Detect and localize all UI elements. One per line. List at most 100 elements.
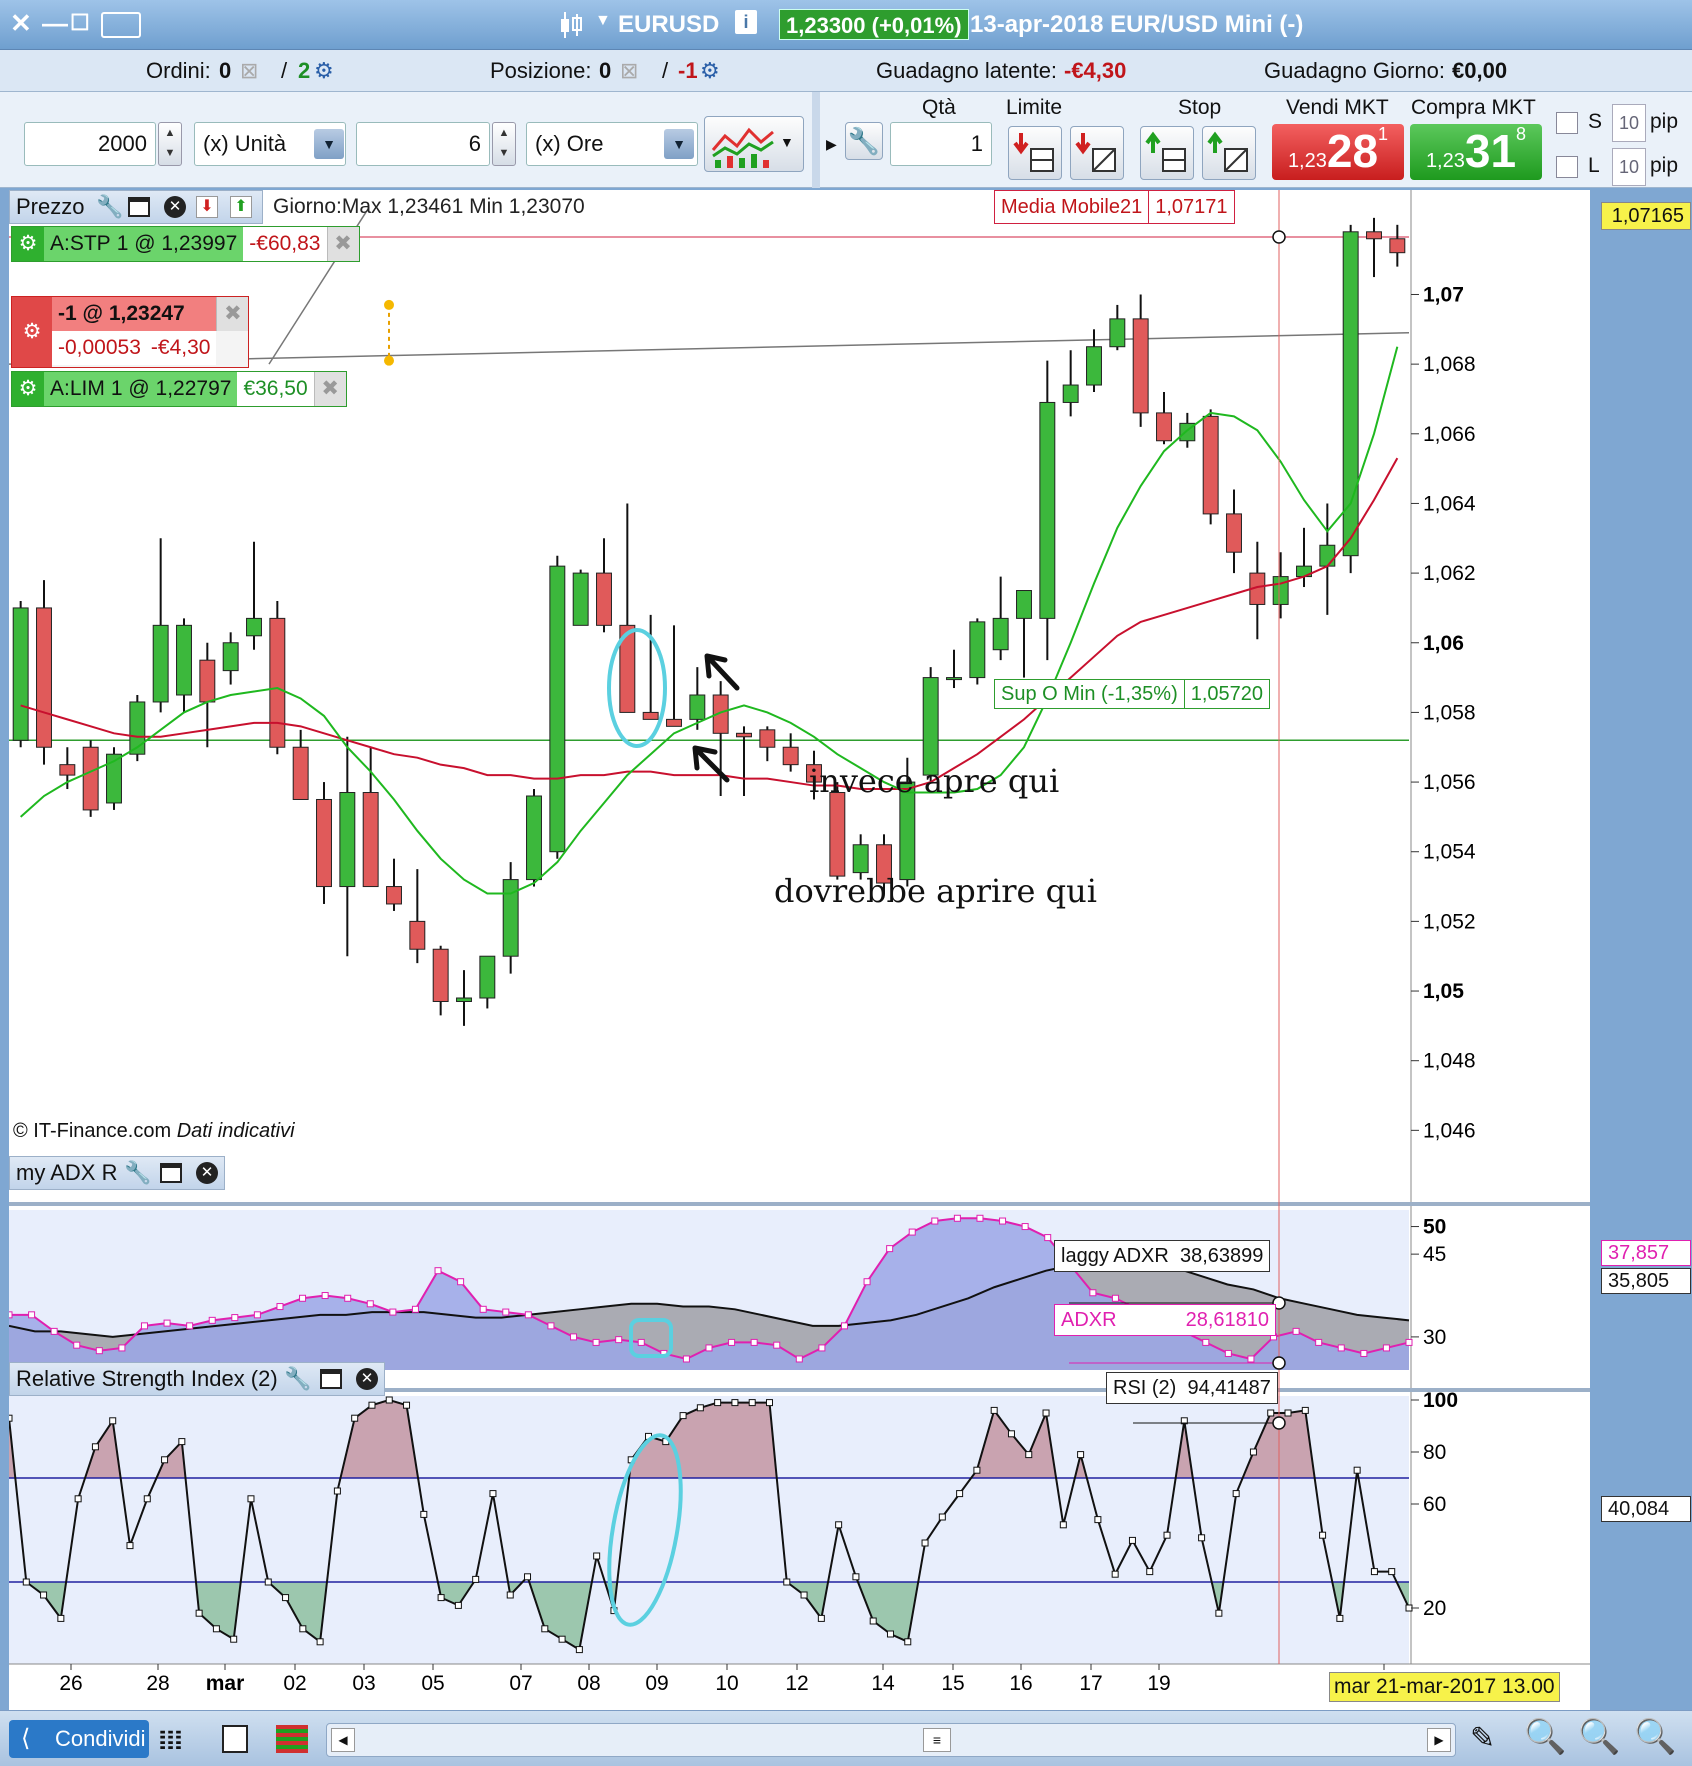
table-icon[interactable] bbox=[222, 1725, 248, 1753]
position-box[interactable]: ⚙ -1 @ 1,23247 -0,00053 -€4,30 ✖ bbox=[11, 296, 250, 368]
chart-area[interactable]: 1,07 1,068 1,066 1,064 1,062 1,06 1,058 1,056 1,… bbox=[9, 190, 1691, 1710]
chevron-down-icon[interactable]: ▼ bbox=[780, 134, 794, 150]
units-input[interactable]: 2000 bbox=[24, 122, 156, 166]
rsi-point bbox=[714, 1399, 722, 1407]
zoom-fit-icon[interactable]: 🔍 bbox=[1524, 1717, 1566, 1757]
rsi-point bbox=[1388, 1568, 1396, 1576]
chevron-right-icon[interactable]: ▶ bbox=[826, 136, 837, 153]
sell-market-button[interactable]: 1,23281 bbox=[1272, 124, 1404, 180]
stop-checkbox[interactable] bbox=[1556, 112, 1578, 134]
scroll-left-arrow[interactable]: ◀ bbox=[331, 1728, 355, 1752]
scroll-right-arrow[interactable]: ▶ bbox=[1427, 1728, 1451, 1752]
period-stepper[interactable]: ▲ ▼ bbox=[492, 122, 516, 166]
close-icon[interactable]: ✖ bbox=[326, 227, 359, 261]
minimize-icon[interactable]: — bbox=[42, 8, 68, 39]
position-cancel-icon[interactable]: ⊠ bbox=[620, 58, 638, 84]
sell-price-sup: 1 bbox=[1378, 124, 1389, 144]
daily-gain-label: Guadagno Giorno: bbox=[1264, 58, 1446, 83]
y-tick-label: 20 bbox=[1423, 1597, 1446, 1620]
x-tick-label: 12 bbox=[785, 1672, 808, 1695]
close-icon[interactable]: ✕ bbox=[10, 8, 32, 39]
gear-icon[interactable]: ⚙ bbox=[12, 297, 52, 367]
window-icon[interactable] bbox=[160, 1163, 182, 1183]
close-icon[interactable]: ✕ bbox=[356, 1368, 378, 1390]
candlestick-type-icon[interactable] bbox=[558, 10, 584, 40]
adxr-point bbox=[1382, 1344, 1390, 1352]
s-pips-input[interactable]: 10 bbox=[1612, 104, 1646, 142]
buy-arrow-icon[interactable]: ⬆ bbox=[230, 196, 252, 218]
ma-value: 1,07171 bbox=[1148, 191, 1234, 223]
y-tick-label: 1,062 bbox=[1423, 562, 1476, 585]
x-tick-label: 17 bbox=[1079, 1672, 1102, 1695]
scroll-thumb[interactable]: ≡ bbox=[923, 1728, 951, 1752]
chevron-down-icon[interactable]: ▼ bbox=[595, 12, 611, 30]
adx-panel-header: my ADX R 🔧 ✕ bbox=[9, 1156, 225, 1190]
rsi-point bbox=[57, 1614, 65, 1622]
limit-checkbox[interactable] bbox=[1556, 156, 1578, 178]
maximize-icon[interactable]: ☐ bbox=[70, 10, 90, 36]
gear-icon[interactable]: ⚙ bbox=[12, 227, 44, 261]
draw-tools-icon[interactable]: ✎ bbox=[1470, 1721, 1495, 1756]
units-stepper[interactable]: ▲ ▼ bbox=[158, 122, 182, 166]
position-settings-icon[interactable]: ⚙ bbox=[700, 58, 720, 84]
zoom-in-icon[interactable]: 🔍 bbox=[1634, 1717, 1676, 1757]
chevron-down-icon[interactable]: ▼ bbox=[314, 129, 344, 159]
depth-icon[interactable] bbox=[276, 1725, 308, 1753]
wrench-icon[interactable]: 🔧 bbox=[284, 1363, 311, 1395]
limit-sell-button[interactable] bbox=[1008, 126, 1062, 180]
limit-order-box[interactable]: ⚙ A:LIM 1 @ 1,22797 €36,50 ✖ bbox=[11, 371, 347, 407]
position-active-value: -1 bbox=[678, 58, 698, 83]
rsi-point bbox=[558, 1635, 566, 1643]
candle-body bbox=[456, 997, 472, 1002]
orders-cancel-icon[interactable]: ⊠ bbox=[240, 58, 258, 84]
info-icon[interactable]: i bbox=[735, 10, 757, 34]
wrench-icon[interactable]: 🔧 bbox=[96, 191, 123, 223]
close-icon[interactable]: ✖ bbox=[313, 372, 346, 406]
stop-sell-button[interactable] bbox=[1140, 126, 1194, 180]
close-icon[interactable]: ✕ bbox=[196, 1162, 218, 1184]
wrench-icon[interactable]: 🔧 bbox=[124, 1157, 151, 1189]
buy-market-button[interactable]: 1,23318 bbox=[1410, 124, 1542, 180]
l-pips-input[interactable]: 10 bbox=[1612, 148, 1646, 186]
toolbar-splitter[interactable] bbox=[812, 92, 820, 188]
stop-order-box[interactable]: ⚙ A:STP 1 @ 1,23997 -€60,83 ✖ bbox=[11, 226, 360, 262]
x-tick-label: mar bbox=[206, 1672, 245, 1695]
window-icon[interactable] bbox=[128, 197, 150, 217]
candle-body bbox=[1272, 576, 1289, 605]
orders-settings-icon[interactable]: ⚙ bbox=[314, 58, 334, 84]
gear-icon[interactable]: ⚙ bbox=[12, 372, 44, 406]
close-icon[interactable]: ✕ bbox=[164, 196, 186, 218]
period-input[interactable]: 6 bbox=[356, 122, 490, 166]
limit-buy-icon bbox=[1075, 133, 1116, 172]
rsi-point bbox=[1146, 1568, 1154, 1576]
keyboard-icon[interactable] bbox=[101, 12, 141, 38]
limit-buy-button[interactable] bbox=[1070, 126, 1124, 180]
account-info-bar: Ordini: 0 ⊠ / 2 ⚙ Posizione: 0 ⊠ / -1 ⚙ … bbox=[0, 50, 1692, 92]
stop-buy-button[interactable] bbox=[1202, 126, 1256, 180]
rsi-point bbox=[1284, 1409, 1292, 1417]
candlestick-style-icon[interactable]: 𝍖 bbox=[158, 1723, 183, 1756]
rsi-point bbox=[1128, 1536, 1136, 1544]
rsi-point bbox=[765, 1399, 773, 1407]
rsi-point bbox=[1215, 1609, 1223, 1617]
candle-body bbox=[316, 798, 332, 888]
symbol-label: EURUSD bbox=[618, 11, 720, 38]
chevron-down-icon[interactable]: ▼ bbox=[664, 129, 694, 159]
chart-scrollbar[interactable]: ◀ ≡ ▶ bbox=[326, 1723, 1456, 1757]
close-icon[interactable]: ✖ bbox=[216, 297, 249, 331]
rsi-point bbox=[1059, 1521, 1067, 1529]
candle-body bbox=[1342, 231, 1359, 557]
zoom-out-icon[interactable]: 🔍 bbox=[1578, 1717, 1620, 1757]
x-tick-label: 03 bbox=[352, 1672, 375, 1695]
orders-label: Ordini: bbox=[146, 58, 211, 83]
candle-body bbox=[782, 746, 799, 766]
share-button[interactable]: ⟨ Condividi bbox=[9, 1720, 149, 1758]
qty-input[interactable]: 1 bbox=[890, 122, 992, 166]
units-combo-label: (x) Unità bbox=[203, 131, 287, 156]
x-tick-label: 19 bbox=[1147, 1672, 1170, 1695]
wrench-icon[interactable]: 🔧 bbox=[845, 122, 883, 160]
sell-arrow-icon[interactable]: ⬇ bbox=[196, 196, 218, 218]
chart-canvas[interactable]: 1,07 1,068 1,066 1,064 1,062 1,06 1,058 1,056 1,… bbox=[9, 190, 1590, 1710]
window-icon[interactable] bbox=[320, 1369, 342, 1389]
adxr-point bbox=[1337, 1344, 1345, 1352]
